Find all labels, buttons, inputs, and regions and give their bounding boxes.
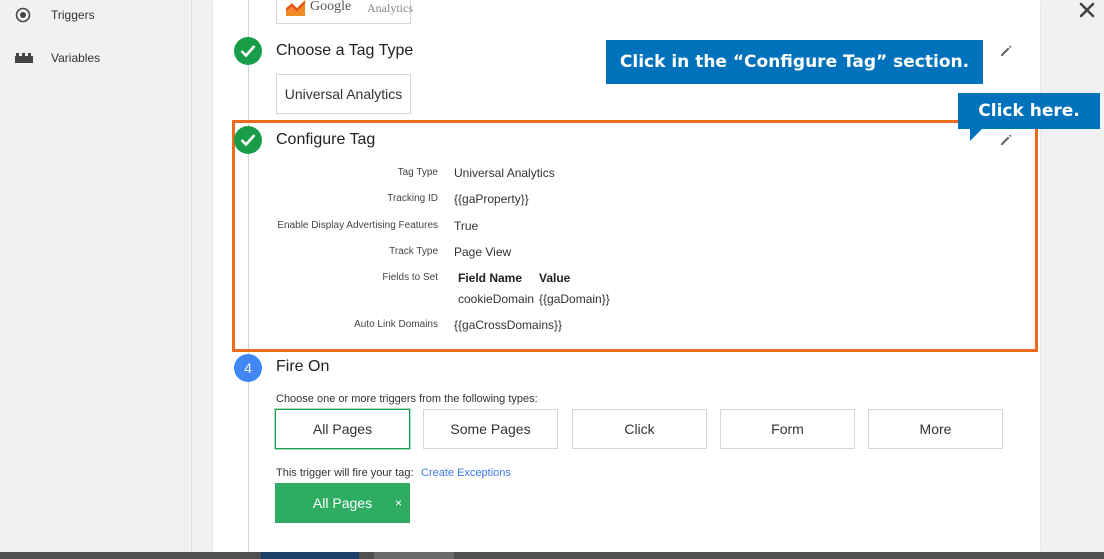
sidebar: Triggers Variables bbox=[0, 0, 192, 559]
config-value: {{gaCrossDomains}} bbox=[454, 318, 563, 332]
remove-trigger-icon[interactable]: × bbox=[395, 496, 402, 510]
active-trigger-label: All Pages bbox=[312, 495, 373, 511]
bottom-bar-tab[interactable] bbox=[374, 552, 454, 559]
config-label: Track Type bbox=[389, 246, 438, 257]
triggers-icon bbox=[15, 7, 31, 23]
configure-hint-callout: Click in the “Configure Tag” section. bbox=[606, 40, 983, 84]
step-complete-icon bbox=[234, 37, 262, 65]
edit-tag-type-pencil-icon[interactable] bbox=[999, 44, 1013, 58]
trigger-click-button[interactable]: Click bbox=[572, 409, 707, 449]
tag-type-chip[interactable]: Universal Analytics bbox=[276, 74, 411, 114]
step-title-configure-tag: Configure Tag bbox=[276, 131, 376, 148]
configure-tag-section[interactable] bbox=[232, 120, 1038, 352]
edit-configure-pencil-icon[interactable] bbox=[999, 133, 1013, 147]
config-value: {{gaProperty}} bbox=[454, 192, 529, 206]
logo-word-google: Google bbox=[310, 0, 352, 14]
fields-to-set-header-value: Value bbox=[539, 271, 571, 285]
trigger-more-button[interactable]: More bbox=[868, 409, 1003, 449]
sidebar-item-variables[interactable]: Variables bbox=[0, 43, 192, 73]
bottom-bar bbox=[0, 552, 1104, 559]
config-label: Tracking ID bbox=[387, 193, 438, 204]
step-title-fire-on: Fire On bbox=[276, 358, 330, 375]
click-here-callout: Click here. bbox=[958, 93, 1100, 141]
analytics-logo-icon bbox=[285, 0, 306, 16]
bottom-bar-tab[interactable] bbox=[261, 552, 359, 559]
config-value: Page View bbox=[454, 245, 512, 259]
config-label: Fields to Set bbox=[382, 272, 438, 283]
callout-tail bbox=[970, 129, 982, 141]
fields-to-set-cell: cookieDomain bbox=[458, 292, 535, 306]
trigger-all-pages-button[interactable]: All Pages bbox=[275, 409, 410, 449]
fields-to-set-cell: {{gaDomain}} bbox=[539, 292, 610, 306]
close-icon[interactable] bbox=[1076, 0, 1098, 22]
click-here-text: Click here. bbox=[978, 101, 1080, 121]
config-value: Universal Analytics bbox=[454, 166, 555, 180]
config-label: Enable Display Advertising Features bbox=[277, 220, 438, 231]
create-exceptions-link[interactable]: Create Exceptions bbox=[421, 467, 511, 479]
trigger-will-fire-label: This trigger will fire your tag: bbox=[276, 467, 414, 479]
sidebar-item-label: Triggers bbox=[51, 8, 95, 22]
trigger-some-pages-button[interactable]: Some Pages bbox=[423, 409, 558, 449]
sidebar-item-label: Variables bbox=[51, 51, 101, 65]
logo-word-analytics: Analytics bbox=[367, 1, 413, 15]
step-title-tag-type: Choose a Tag Type bbox=[276, 42, 414, 59]
config-value: True bbox=[454, 219, 479, 233]
step-complete-icon bbox=[234, 126, 262, 154]
step-number-badge: 4 bbox=[234, 354, 262, 382]
active-trigger-pill[interactable]: All Pages × bbox=[275, 483, 410, 523]
config-label: Tag Type bbox=[397, 167, 438, 178]
trigger-form-button[interactable]: Form bbox=[720, 409, 855, 449]
google-analytics-logo: Google Analytics bbox=[276, 0, 413, 24]
config-label: Auto Link Domains bbox=[354, 319, 438, 330]
fields-to-set-header-name: Field Name bbox=[458, 271, 523, 285]
sidebar-item-triggers[interactable]: Triggers bbox=[0, 0, 192, 30]
fire-on-description: Choose one or more triggers from the fol… bbox=[276, 393, 538, 405]
variables-icon bbox=[15, 50, 33, 66]
